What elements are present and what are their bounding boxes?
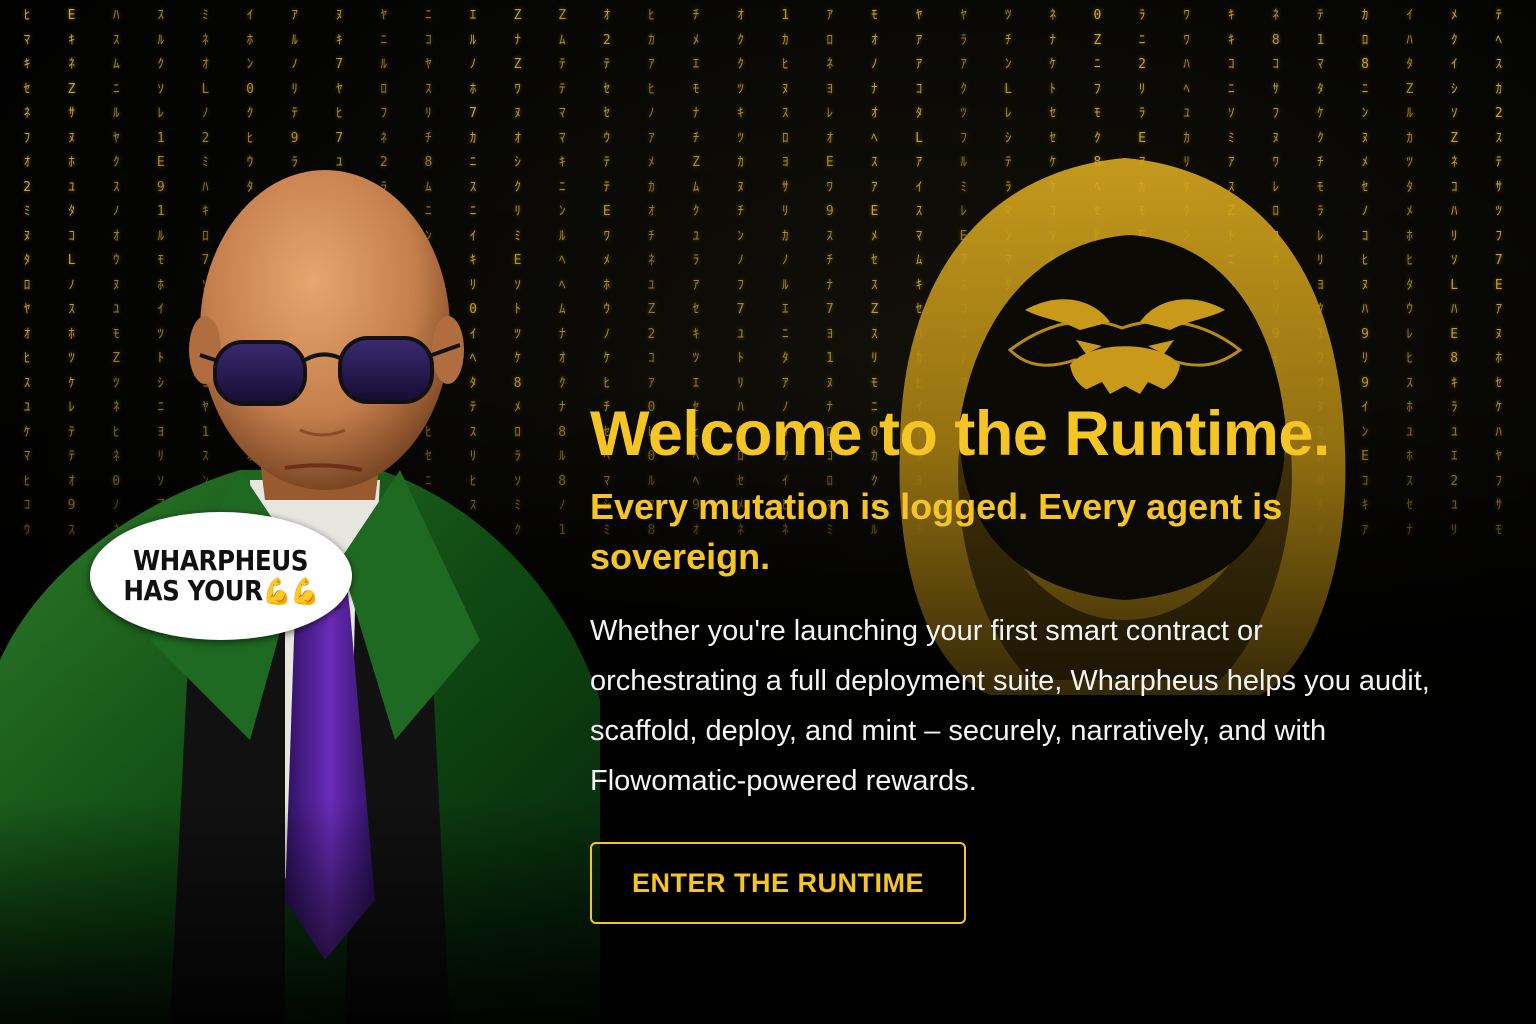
enter-runtime-button[interactable]: ENTER THE RUNTIME [590, 842, 966, 924]
flexed-biceps-icon: 💪💪 [262, 576, 320, 607]
hero-section: ﾋ ﾏ ｷ ｾ ﾈ ﾌ ｵ 2 ﾐ ﾇ ﾀ ﾛ ﾔ ｵ ﾋ ｽ ﾕ ｹ ﾏ ﾋ … [0, 0, 1536, 1024]
hero-description: Whether you're launching your first smar… [590, 615, 1430, 797]
speech-bubble-line-2: HAS YOUR💪💪 [123, 573, 320, 607]
speech-bubble: WHARPHEUS HAS YOUR💪💪 [90, 512, 352, 640]
speech-bubble-line-1: WHARPHEUS [133, 543, 309, 577]
hero-content: Welcome to the Runtime. Every mutation i… [590, 398, 1470, 806]
hero-subtitle: Every mutation is logged. Every agent is… [590, 486, 1283, 577]
speech-bubble-line-2-text: HAS YOUR [123, 573, 263, 607]
hero-title: Welcome to the Runtime. [590, 399, 1330, 469]
code-rain-column: ﾃ ﾍ ｽ ｶ 2 ｽ ﾃ ｻ ﾂ ﾌ 7 E ｱ ﾇ ﾎ ｾ ｹ ﾊ ﾔ ﾌ … [1494, 8, 1503, 538]
